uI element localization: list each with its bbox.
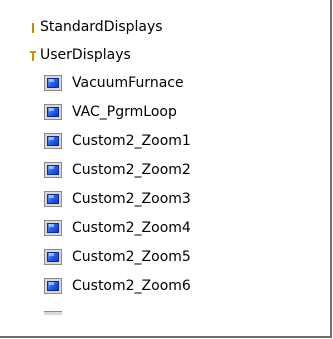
tree-item-custom2-zoom6[interactable]: Custom2_Zoom6 [44,275,191,297]
display-icon [44,162,62,178]
tree-folder-label: StandardDisplays [40,19,163,35]
display-icon [44,75,62,91]
tree-item-label: Custom2_Zoom1 [72,133,191,149]
display-icon [44,191,62,207]
tree-item-vac-pgrmloop[interactable]: VAC_PgrmLoop [44,101,177,123]
folder-expanded-icon[interactable] [30,48,37,62]
tree-item-label: VacuumFurnace [72,75,184,91]
tree-item-custom2-zoom3[interactable]: Custom2_Zoom3 [44,188,191,210]
tree-folder-label: UserDisplays [40,47,131,63]
tree-item-label: Custom2_Zoom2 [72,162,191,178]
tree-item-label: Custom2_Zoom3 [72,191,191,207]
display-tree-panel: StandardDisplays UserDisplays VacuumFurn… [0,0,332,338]
tree-item-custom2-zoom1[interactable]: Custom2_Zoom1 [44,130,191,152]
tree-item-label: VAC_PgrmLoop [72,104,177,120]
tree-item-custom2-zoom5[interactable]: Custom2_Zoom5 [44,246,191,268]
tree-folder-user-displays[interactable]: UserDisplays [30,44,131,66]
tree-item-custom2-zoom2[interactable]: Custom2_Zoom2 [44,159,191,181]
display-icon [44,278,62,294]
display-icon [44,133,62,149]
display-icon [44,220,62,236]
folder-collapsed-icon[interactable] [30,20,37,34]
display-icon [44,104,62,120]
partial-tree-item-icon [44,311,62,315]
tree-item-label: Custom2_Zoom4 [72,220,191,236]
tree-item-label: Custom2_Zoom5 [72,249,191,265]
tree-item-label: Custom2_Zoom6 [72,278,191,294]
tree-item-vacuum-furnace[interactable]: VacuumFurnace [44,72,184,94]
display-tree: StandardDisplays UserDisplays VacuumFurn… [0,0,330,316]
tree-item-custom2-zoom4[interactable]: Custom2_Zoom4 [44,217,191,239]
tree-folder-standard-displays[interactable]: StandardDisplays [30,16,163,38]
display-icon [44,249,62,265]
